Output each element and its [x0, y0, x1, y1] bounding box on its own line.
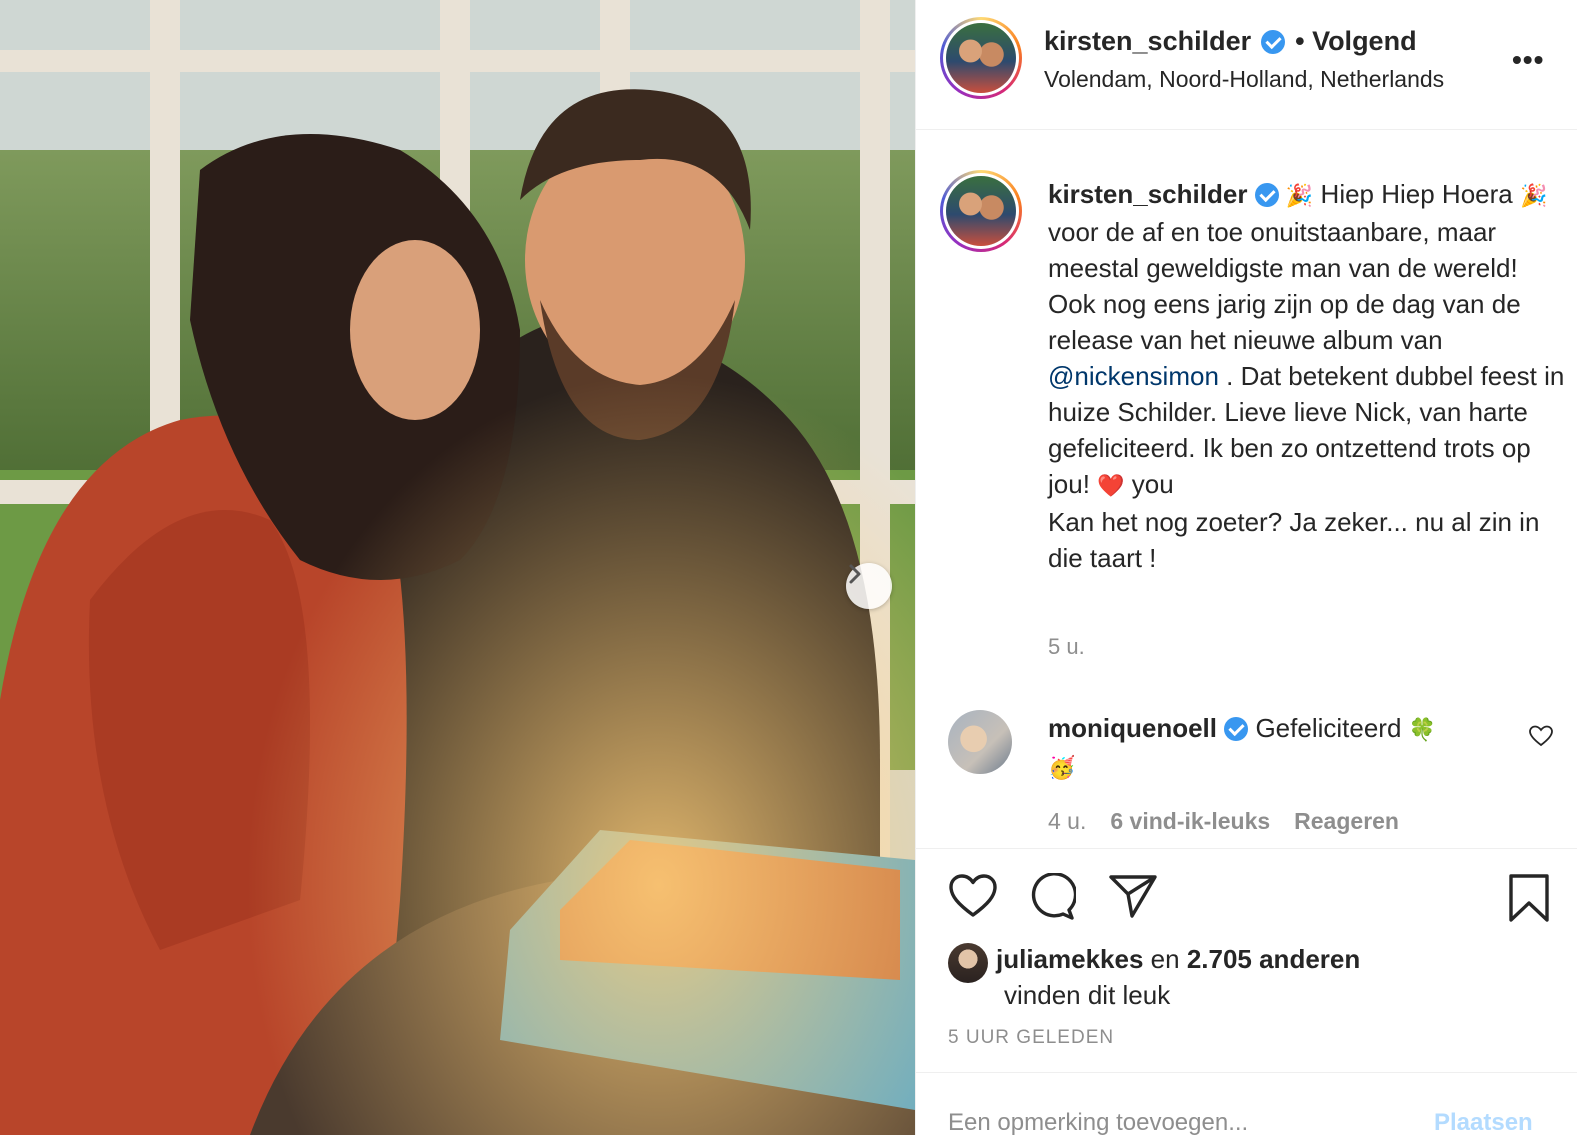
heart-emoji: ❤️ [1097, 473, 1125, 498]
comment-likes[interactable]: 6 vind-ik-leuks [1110, 808, 1270, 835]
post-photo[interactable] [0, 0, 915, 1135]
commenter-username[interactable]: moniquenoell [1048, 713, 1217, 743]
comment-icon[interactable] [1028, 873, 1076, 921]
caption-part-1: Hiep Hiep Hoera [1313, 179, 1520, 209]
comment-reply-button[interactable]: Reageren [1294, 808, 1399, 835]
comment-like-heart-icon[interactable] [1528, 724, 1554, 748]
bookmark-icon[interactable] [1508, 873, 1550, 923]
party-emoji: 🎉 [1519, 183, 1548, 208]
author-header: kirsten_schilder • Volgend [1044, 26, 1417, 57]
caption-username[interactable]: kirsten_schilder [1048, 179, 1247, 209]
more-options-button[interactable]: ••• [1512, 44, 1544, 76]
posted-time[interactable]: 5 UUR GELEDEN [948, 1027, 1114, 1049]
next-photo-button[interactable] [846, 563, 892, 609]
post-location[interactable]: Volendam, Noord-Holland, Netherlands [1044, 66, 1444, 93]
share-icon[interactable] [1108, 873, 1158, 919]
likes-suffix: vinden dit leuk [1004, 980, 1171, 1010]
comment-text: moniquenoell Gefeliciteerd 🍀 🥳 [1048, 710, 1508, 786]
party-face-emoji: 🥳 [1048, 755, 1076, 780]
likes-line: juliamekkes en 2.705 anderen [996, 941, 1360, 977]
author-username[interactable]: kirsten_schilder [1044, 26, 1251, 57]
likes-connector: en [1143, 944, 1187, 974]
post-actions: juliamekkes en 2.705 anderen vinden dit … [916, 848, 1577, 1048]
commenter-avatar[interactable] [948, 710, 1012, 774]
liker-avatar[interactable] [948, 943, 988, 983]
post-comment-button[interactable]: Plaatsen [1434, 1109, 1533, 1135]
caption-part-5: Kan het nog zoeter? Ja zeker... nu al zi… [1048, 507, 1540, 573]
caption-part-4: you [1124, 469, 1174, 499]
mention-link[interactable]: @nickensimon [1048, 361, 1219, 391]
clover-emoji: 🍀 [1408, 717, 1437, 742]
add-comment-bar: Plaatsen [916, 1072, 1577, 1135]
party-emoji: 🎉 [1285, 183, 1314, 208]
verified-icon [1261, 29, 1286, 54]
comment-input[interactable] [948, 1109, 1408, 1135]
chevron-right-icon [849, 564, 861, 584]
likes-count[interactable]: 2.705 anderen [1187, 944, 1360, 974]
caption-avatar[interactable] [940, 170, 1022, 252]
comment-meta: 4 u. 6 vind-ik-leuks Reageren [1048, 808, 1399, 835]
post-side-panel: kirsten_schilder • Volgend Volendam, Noo… [915, 0, 1577, 1135]
avatar-image [946, 23, 1016, 93]
heart-icon[interactable] [948, 873, 998, 919]
comment-timestamp[interactable]: 4 u. [1048, 808, 1086, 835]
liker-username[interactable]: juliamekkes [996, 944, 1143, 974]
post-header: kirsten_schilder • Volgend Volendam, Noo… [916, 0, 1577, 130]
verified-icon [1224, 717, 1249, 741]
photo-scene [0, 0, 915, 1135]
caption-timestamp[interactable]: 5 u. [1048, 634, 1085, 660]
author-avatar[interactable] [940, 17, 1022, 99]
follow-status[interactable]: • Volgend [1295, 26, 1416, 57]
avatar-image [946, 176, 1016, 246]
caption-text: kirsten_schilder 🎉 Hiep Hiep Hoera 🎉 voo… [1048, 176, 1568, 576]
caption-part-2: voor de af en toe onuitstaanbare, maar m… [1048, 217, 1521, 355]
comment-body: Gefeliciteerd [1248, 713, 1409, 743]
verified-icon [1254, 183, 1279, 207]
